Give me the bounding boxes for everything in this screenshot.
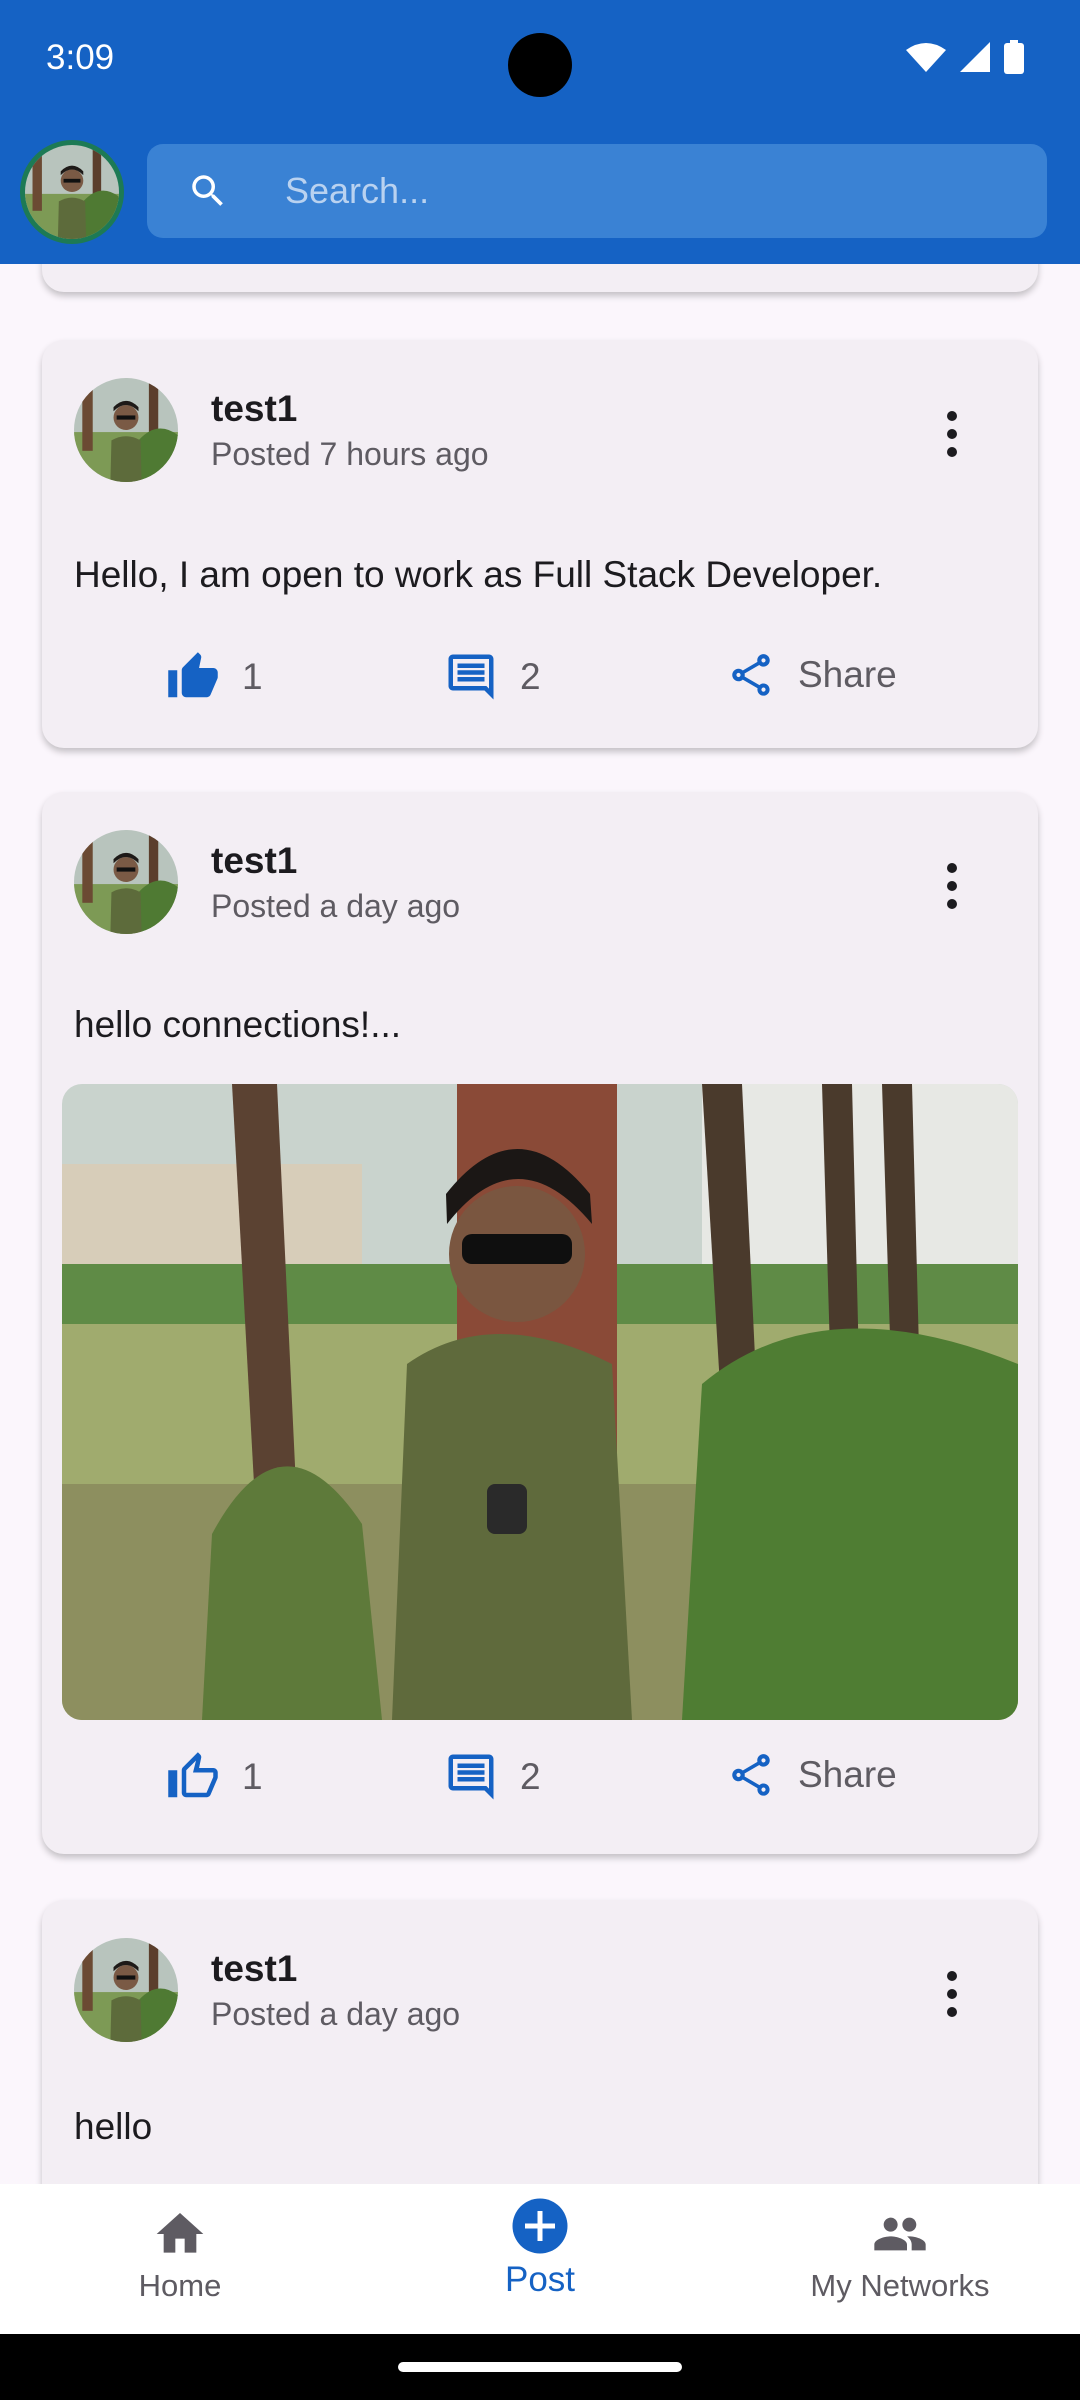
share-button[interactable]: Share [726, 650, 897, 700]
nav-post[interactable]: Post [420, 2184, 660, 2334]
comment-button[interactable]: 2 [444, 650, 541, 704]
thumb-up-outline-icon [166, 1750, 220, 1804]
post-timestamp: Posted a day ago [211, 1995, 461, 2032]
more-options-icon[interactable] [944, 410, 960, 458]
people-icon [874, 2217, 926, 2251]
more-options-icon[interactable] [944, 862, 960, 910]
add-circle-icon [512, 2198, 568, 2254]
home-gesture-handle[interactable] [398, 2362, 682, 2372]
comment-icon [444, 1750, 498, 1804]
previous-post-card [42, 264, 1038, 292]
avatar [25, 145, 119, 239]
post-text: Hello, I am open to work as Full Stack D… [74, 554, 883, 595]
like-count: 1 [242, 656, 263, 697]
comment-icon [444, 650, 498, 704]
post-card: test1 Posted a day ago hello [42, 1900, 1038, 2184]
comment-count: 2 [520, 656, 541, 697]
feed[interactable]: test1 Posted 7 hours ago Hello, I am ope… [0, 264, 1080, 2184]
share-label: Share [798, 1754, 897, 1795]
post-timestamp: Posted a day ago [211, 887, 461, 924]
bottom-navigation: Home Post My Networks [0, 2184, 1080, 2334]
avatar[interactable] [74, 378, 178, 482]
like-count: 1 [242, 1756, 263, 1797]
share-icon [726, 650, 776, 700]
search-bar[interactable] [147, 144, 1047, 238]
post-photo [62, 1084, 1018, 1720]
post-timestamp: Posted 7 hours ago [211, 435, 489, 472]
wifi-icon [906, 43, 946, 72]
app-bar [0, 122, 1080, 264]
like-button[interactable]: 1 [166, 650, 263, 704]
comment-count: 2 [520, 1756, 541, 1797]
nav-home-label: Home [138, 2268, 222, 2303]
post-header: test1 Posted 7 hours ago [74, 378, 489, 482]
share-icon [726, 1750, 776, 1800]
post-username[interactable]: test1 [211, 1948, 460, 1990]
post-actions: 1 2 Share [42, 640, 1038, 720]
search-input[interactable] [283, 169, 887, 213]
signal-icon [960, 42, 990, 72]
gesture-navigation-area [0, 2334, 1080, 2400]
search-icon [192, 175, 223, 206]
post-header: test1 Posted a day ago [74, 830, 460, 934]
system-icons [906, 40, 1024, 74]
post-header: test1 Posted a day ago [74, 1938, 460, 2042]
nav-home[interactable]: Home [60, 2184, 300, 2334]
more-options-icon[interactable] [944, 1970, 960, 2018]
home-icon [156, 2213, 204, 2253]
post-card: test1 Posted 7 hours ago Hello, I am ope… [42, 340, 1038, 748]
post-text: hello connections!... [74, 1004, 402, 1045]
nav-post-label: Post [504, 2260, 576, 2299]
avatar[interactable] [74, 830, 178, 934]
thumb-up-filled-icon [166, 650, 220, 704]
comment-button[interactable]: 2 [444, 1750, 541, 1804]
share-button[interactable]: Share [726, 1750, 897, 1800]
nav-my-networks[interactable]: My Networks [780, 2184, 1020, 2334]
status-time: 3:09 [46, 38, 115, 77]
status-bar: 3:09 [0, 0, 1080, 122]
profile-avatar-button[interactable] [20, 140, 124, 244]
post-text: hello [74, 2106, 153, 2147]
battery-icon [1004, 40, 1024, 74]
post-card: test1 Posted a day ago hello connections… [42, 792, 1038, 1854]
post-actions: 1 2 Share [42, 1740, 1038, 1820]
share-label: Share [798, 654, 897, 695]
post-username[interactable]: test1 [211, 840, 460, 882]
like-button[interactable]: 1 [166, 1750, 263, 1804]
post-username[interactable]: test1 [211, 388, 489, 430]
post-image[interactable] [62, 1084, 1018, 1720]
avatar[interactable] [74, 1938, 178, 2042]
camera-cutout [508, 33, 572, 97]
nav-my-networks-label: My Networks [810, 2268, 990, 2303]
